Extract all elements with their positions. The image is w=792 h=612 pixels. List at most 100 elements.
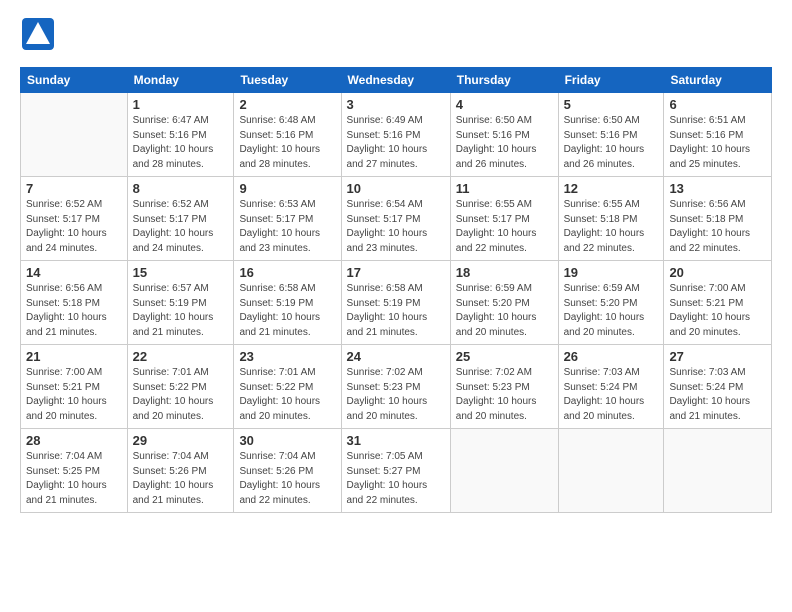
day-number: 20 [669, 265, 766, 280]
day-number: 16 [239, 265, 335, 280]
day-info: Sunrise: 7:05 AMSunset: 5:27 PMDaylight:… [347, 450, 445, 508]
day-info: Sunrise: 6:55 AMSunset: 5:18 PMDaylight:… [564, 198, 659, 256]
day-number: 4 [456, 97, 553, 112]
calendar-cell: 10 Sunrise: 6:54 AMSunset: 5:17 PMDayligh… [341, 177, 450, 261]
day-number: 5 [564, 97, 659, 112]
day-info: Sunrise: 6:58 AMSunset: 5:19 PMDaylight:… [347, 282, 445, 340]
day-number: 27 [669, 349, 766, 364]
calendar-header-saturday: Saturday [664, 68, 772, 93]
day-number: 26 [564, 349, 659, 364]
day-number: 3 [347, 97, 445, 112]
calendar-cell: 27Sunrise: 7:03 AMSunset: 5:24 PMDayligh… [664, 345, 772, 429]
calendar-table: SundayMondayTuesdayWednesdayThursdayFrid… [20, 67, 772, 513]
day-number: 15 [133, 265, 229, 280]
calendar-cell: 12 Sunrise: 6:55 AMSunset: 5:18 PMDayligh… [558, 177, 664, 261]
day-number: 28 [26, 433, 122, 448]
calendar-cell: 29 Sunrise: 7:04 AMSunset: 5:26 PMDayligh… [127, 429, 234, 513]
calendar-cell: 11Sunrise: 6:55 AMSunset: 5:17 PMDayligh… [450, 177, 558, 261]
calendar-week-1: 1 Sunrise: 6:47 AMSunset: 5:16 PMDaylight… [21, 93, 772, 177]
day-info: Sunrise: 6:52 AMSunset: 5:17 PMDaylight:… [26, 198, 122, 256]
day-info: Sunrise: 6:59 AMSunset: 5:20 PMDaylight:… [456, 282, 553, 340]
day-info: Sunrise: 6:53 AMSunset: 5:17 PMDaylight:… [239, 198, 335, 256]
day-info: Sunrise: 7:04 AMSunset: 5:25 PMDaylight:… [26, 450, 122, 508]
calendar-cell: 23 Sunrise: 7:01 AMSunset: 5:22 PMDayligh… [234, 345, 341, 429]
day-info: Sunrise: 6:58 AMSunset: 5:19 PMDaylight:… [239, 282, 335, 340]
calendar-header-friday: Friday [558, 68, 664, 93]
day-number: 7 [26, 181, 122, 196]
day-info: Sunrise: 7:02 AMSunset: 5:23 PMDaylight:… [347, 366, 445, 424]
day-info: Sunrise: 6:49 AMSunset: 5:16 PMDaylight:… [347, 114, 445, 172]
day-number: 9 [239, 181, 335, 196]
day-number: 22 [133, 349, 229, 364]
day-info: Sunrise: 6:48 AMSunset: 5:16 PMDaylight:… [239, 114, 335, 172]
calendar-cell: 13 Sunrise: 6:56 AMSunset: 5:18 PMDayligh… [664, 177, 772, 261]
day-info: Sunrise: 7:03 AMSunset: 5:24 PMDaylight:… [564, 366, 659, 424]
day-info: Sunrise: 6:50 AMSunset: 5:16 PMDaylight:… [456, 114, 553, 172]
day-info: Sunrise: 6:52 AMSunset: 5:17 PMDaylight:… [133, 198, 229, 256]
calendar-header-monday: Monday [127, 68, 234, 93]
day-number: 25 [456, 349, 553, 364]
calendar-cell: 7 Sunrise: 6:52 AMSunset: 5:17 PMDaylight… [21, 177, 128, 261]
day-number: 21 [26, 349, 122, 364]
calendar-header-thursday: Thursday [450, 68, 558, 93]
day-info: Sunrise: 6:47 AMSunset: 5:16 PMDaylight:… [133, 114, 229, 172]
calendar-cell: 25Sunrise: 7:02 AMSunset: 5:23 PMDayligh… [450, 345, 558, 429]
calendar-cell: 16 Sunrise: 6:58 AMSunset: 5:19 PMDayligh… [234, 261, 341, 345]
day-info: Sunrise: 6:57 AMSunset: 5:19 PMDaylight:… [133, 282, 229, 340]
calendar-week-3: 14Sunrise: 6:56 AMSunset: 5:18 PMDayligh… [21, 261, 772, 345]
calendar-cell: 4 Sunrise: 6:50 AMSunset: 5:16 PMDaylight… [450, 93, 558, 177]
day-number: 19 [564, 265, 659, 280]
calendar-cell: 31 Sunrise: 7:05 AMSunset: 5:27 PMDayligh… [341, 429, 450, 513]
day-info: Sunrise: 6:59 AMSunset: 5:20 PMDaylight:… [564, 282, 659, 340]
day-number: 23 [239, 349, 335, 364]
calendar-cell: 21Sunrise: 7:00 AMSunset: 5:21 PMDayligh… [21, 345, 128, 429]
calendar-cell: 24Sunrise: 7:02 AMSunset: 5:23 PMDayligh… [341, 345, 450, 429]
calendar-cell [450, 429, 558, 513]
calendar-header-wednesday: Wednesday [341, 68, 450, 93]
day-number: 29 [133, 433, 229, 448]
calendar-cell: 15 Sunrise: 6:57 AMSunset: 5:19 PMDayligh… [127, 261, 234, 345]
calendar-cell: 22Sunrise: 7:01 AMSunset: 5:22 PMDayligh… [127, 345, 234, 429]
day-number: 30 [239, 433, 335, 448]
calendar-cell: 28 Sunrise: 7:04 AMSunset: 5:25 PMDayligh… [21, 429, 128, 513]
calendar-cell: 8 Sunrise: 6:52 AMSunset: 5:17 PMDaylight… [127, 177, 234, 261]
day-info: Sunrise: 6:54 AMSunset: 5:17 PMDaylight:… [347, 198, 445, 256]
logo [20, 16, 61, 57]
calendar-cell: 14Sunrise: 6:56 AMSunset: 5:18 PMDayligh… [21, 261, 128, 345]
day-number: 18 [456, 265, 553, 280]
calendar-cell: 3 Sunrise: 6:49 AMSunset: 5:16 PMDaylight… [341, 93, 450, 177]
day-number: 2 [239, 97, 335, 112]
header [20, 16, 772, 57]
calendar-header-sunday: Sunday [21, 68, 128, 93]
day-number: 14 [26, 265, 122, 280]
day-info: Sunrise: 7:00 AMSunset: 5:21 PMDaylight:… [669, 282, 766, 340]
calendar-header-tuesday: Tuesday [234, 68, 341, 93]
day-info: Sunrise: 6:51 AMSunset: 5:16 PMDaylight:… [669, 114, 766, 172]
day-number: 1 [133, 97, 229, 112]
day-number: 10 [347, 181, 445, 196]
day-info: Sunrise: 6:56 AMSunset: 5:18 PMDaylight:… [669, 198, 766, 256]
calendar-cell: 6 Sunrise: 6:51 AMSunset: 5:16 PMDaylight… [664, 93, 772, 177]
calendar-header-row: SundayMondayTuesdayWednesdayThursdayFrid… [21, 68, 772, 93]
page-container: SundayMondayTuesdayWednesdayThursdayFrid… [0, 0, 792, 612]
day-number: 6 [669, 97, 766, 112]
calendar-cell: 5 Sunrise: 6:50 AMSunset: 5:16 PMDaylight… [558, 93, 664, 177]
day-number: 13 [669, 181, 766, 196]
calendar-cell: 19 Sunrise: 6:59 AMSunset: 5:20 PMDayligh… [558, 261, 664, 345]
calendar-cell [21, 93, 128, 177]
day-number: 11 [456, 181, 553, 196]
day-number: 12 [564, 181, 659, 196]
day-info: Sunrise: 7:04 AMSunset: 5:26 PMDaylight:… [133, 450, 229, 508]
day-info: Sunrise: 7:01 AMSunset: 5:22 PMDaylight:… [239, 366, 335, 424]
day-number: 8 [133, 181, 229, 196]
day-number: 31 [347, 433, 445, 448]
day-number: 17 [347, 265, 445, 280]
calendar-cell: 1 Sunrise: 6:47 AMSunset: 5:16 PMDaylight… [127, 93, 234, 177]
logo-graphic [20, 16, 56, 57]
calendar-cell: 9 Sunrise: 6:53 AMSunset: 5:17 PMDaylight… [234, 177, 341, 261]
calendar-week-2: 7 Sunrise: 6:52 AMSunset: 5:17 PMDaylight… [21, 177, 772, 261]
calendar-cell: 20 Sunrise: 7:00 AMSunset: 5:21 PMDayligh… [664, 261, 772, 345]
calendar-cell [558, 429, 664, 513]
calendar-cell: 26 Sunrise: 7:03 AMSunset: 5:24 PMDayligh… [558, 345, 664, 429]
day-info: Sunrise: 6:50 AMSunset: 5:16 PMDaylight:… [564, 114, 659, 172]
